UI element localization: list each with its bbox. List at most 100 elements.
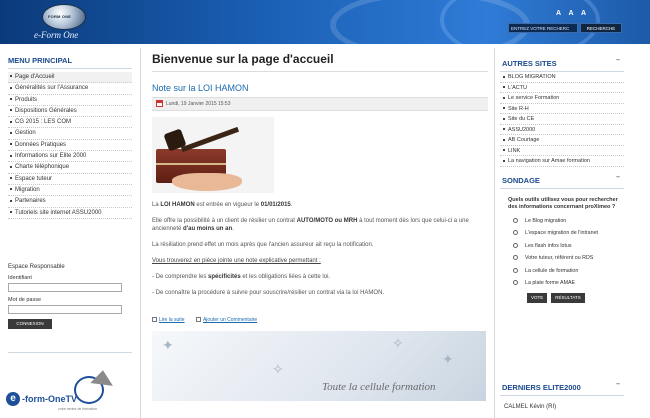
search-input[interactable]: ENTREZ VOTRE RECHERC: [508, 23, 578, 33]
site-header: FORM ONE e-Form One A A A ENTREZ VOTRE R…: [0, 0, 650, 44]
paragraph-3: La résiliation prend effet un mois après…: [152, 242, 374, 248]
collapse-icon[interactable]: –: [616, 57, 620, 64]
bullet-icon: [10, 120, 12, 123]
menu-item-elite2000[interactable]: Informations sur Elite 2000: [8, 151, 132, 163]
paragraph-5: - De comprendre les spécificités et les …: [152, 273, 488, 281]
text-bold: 01/01/2015: [260, 202, 291, 208]
radio-button[interactable]: [513, 217, 518, 223]
menu-item-label: Migration: [15, 186, 40, 193]
column-separator: [494, 48, 495, 418]
right-sidebar: AUTRES SITES – BLOG MIGRATION L'ACTU Le s…: [500, 56, 624, 303]
article-title[interactable]: Note sur la LOI HAMON: [152, 83, 488, 93]
text-bold: LOI HAMON: [160, 202, 195, 208]
star-decoration-icon: ✧: [392, 335, 404, 351]
link-label: LINK: [508, 147, 521, 154]
text: est entrée en vigueur le: [194, 202, 261, 208]
menu-item-partenaires[interactable]: Partenaires: [8, 196, 132, 208]
bullet-icon: [503, 117, 505, 120]
bullet-icon: [503, 96, 505, 99]
menu-item-migration[interactable]: Migration: [8, 185, 132, 197]
hand-shape: [172, 173, 242, 191]
menu-item-cg2015[interactable]: CG 2015 : LES COM: [8, 117, 132, 129]
link-navigation-amae[interactable]: La navigation sur Amae formation: [500, 156, 624, 167]
link-site-rh[interactable]: Site R-H: [500, 104, 624, 114]
menu-item-generalites[interactable]: Généralités sur l'Assurance: [8, 83, 132, 95]
menu-item-label: Gestion: [15, 130, 36, 137]
radio-button[interactable]: [513, 230, 518, 235]
link-actu[interactable]: L'ACTU: [500, 83, 624, 93]
bullet-icon: [503, 128, 505, 131]
poll-option[interactable]: La plate forme AMAE: [500, 280, 624, 287]
site-logo[interactable]: FORM ONE e-Form One: [34, 2, 110, 42]
password-input[interactable]: [8, 305, 122, 314]
login-button[interactable]: CONNEXION: [8, 319, 52, 329]
radio-button[interactable]: [513, 267, 518, 273]
menu-item-produits[interactable]: Produits: [8, 95, 132, 106]
link-site-ce[interactable]: Site du CE: [500, 114, 624, 125]
last-elite-item: CALMEL Kévin (RI): [504, 404, 557, 410]
logo-e-icon: e: [6, 392, 20, 406]
eformone-tv-logo[interactable]: e -form-OneTV votre centre de formation: [6, 370, 132, 416]
article-meta: Lundi, 19 Janvier 2015 15:53: [152, 97, 488, 111]
text: - De comprendre les: [152, 274, 209, 280]
bullet-icon: [503, 138, 505, 141]
header-decoration: [440, 0, 600, 44]
menu-item-donnees[interactable]: Données Pratiques: [8, 140, 132, 152]
results-button[interactable]: RÉSULTATS: [551, 292, 585, 303]
login-panel: Espace Responsable Identifiant Mot de pa…: [8, 264, 132, 329]
poll-option[interactable]: Le Blog migration: [500, 217, 624, 225]
collapse-icon[interactable]: –: [616, 174, 620, 181]
poll-option[interactable]: Votre tuteur, référent ou RDS: [500, 255, 624, 262]
poll-option[interactable]: L'espace migration de l'intranet: [500, 230, 624, 237]
link-label: Site du CE: [508, 116, 535, 122]
poll-option[interactable]: Les flash infos lotus: [500, 242, 624, 250]
attachment-link[interactable]: Vous trouverez en pièce jointe une note …: [152, 257, 488, 265]
poll-question: Quels outils utilisez vous pour recherch…: [508, 196, 618, 211]
menu-item-tuteur[interactable]: Espace tuteur: [8, 174, 132, 185]
derniers-elite-section: DERNIERS ELITE2000 – CALMEL Kévin (RI): [500, 380, 624, 410]
collapse-icon[interactable]: –: [616, 381, 620, 388]
link-blog-migration[interactable]: BLOG MIGRATION: [500, 72, 624, 83]
poll-option-label: L'espace migration de l'intranet: [525, 230, 598, 236]
text: et les obligations liées à cette loi.: [240, 274, 331, 280]
add-comment-link[interactable]: Ajouter un Commentaire: [203, 317, 257, 323]
bullet-icon: [503, 75, 505, 78]
font-size-controls[interactable]: A A A: [556, 10, 589, 17]
menu-item-label: CG 2015 : LES COM: [15, 119, 72, 126]
password-label: Mot de passe: [8, 297, 42, 303]
star-decoration-icon: ✦: [442, 351, 454, 367]
menu-item-tutoriels[interactable]: Tutoriels site internet ASSU2000: [8, 208, 132, 219]
link-ab-courtage[interactable]: AB Courtage: [500, 135, 624, 146]
link-link[interactable]: LINK: [500, 146, 624, 156]
username-input[interactable]: [8, 283, 122, 292]
bullet-icon: [503, 159, 505, 162]
vote-button[interactable]: VOTE: [527, 292, 548, 303]
link-service-formation[interactable]: Le service Formation: [500, 93, 624, 104]
menu-item-charte[interactable]: Charte téléphonique: [8, 162, 132, 174]
menu-item-home[interactable]: Page d'Accueil: [8, 72, 132, 84]
text: Elle offre la possibilité à un client de…: [152, 218, 297, 224]
star-decoration-icon: ✦: [162, 337, 174, 353]
search-button[interactable]: RECHERCHE: [580, 23, 622, 33]
menu-item-label: Produits: [15, 96, 38, 103]
calendar-icon: [156, 100, 163, 108]
article-date: Lundi, 19 Janvier 2015 15:53: [166, 101, 231, 107]
poll-option[interactable]: La cellule de formation: [500, 267, 624, 275]
link-assu2000[interactable]: ASSU2000: [500, 125, 624, 135]
menu-item-gestion[interactable]: Gestion: [8, 128, 132, 140]
menu-item-label: Partenaires: [15, 198, 46, 205]
text: .: [232, 226, 234, 232]
menu-item-dispositions[interactable]: Dispositions Générales: [8, 106, 132, 118]
radio-button[interactable]: [513, 242, 518, 248]
read-more-link[interactable]: Lire la suite: [159, 317, 185, 323]
link-label: Site R-H: [508, 105, 529, 112]
radio-button[interactable]: [513, 280, 518, 285]
menu-item-label: Charte téléphonique: [15, 164, 70, 171]
logo-emblem-text: FORM ONE: [48, 14, 72, 19]
menu-item-label: Page d'Accueil: [15, 74, 55, 80]
logo-text: -form-OneTV: [22, 394, 77, 404]
formation-banner: ✦ ✧ ✦ ✧ Toute la cellule formation: [152, 331, 486, 401]
link-label: AB Courtage: [508, 137, 540, 143]
poll-option-label: La plate forme AMAE: [525, 280, 576, 286]
radio-button[interactable]: [513, 255, 518, 260]
